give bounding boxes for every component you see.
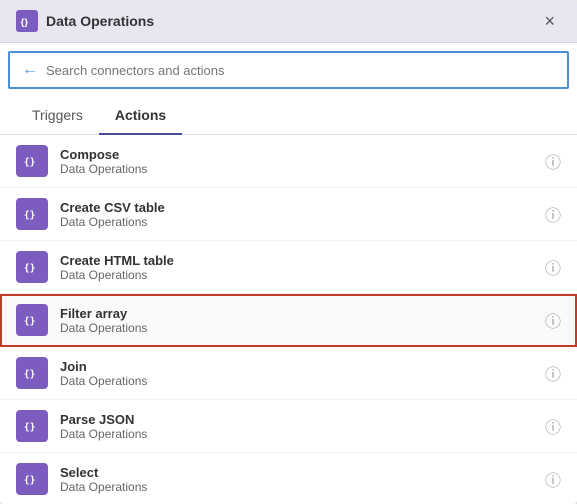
item-icon: {} [16,357,48,389]
info-icon[interactable]: ⓘ [545,149,561,173]
info-icon[interactable]: ⓘ [545,414,561,438]
item-name: Select [60,465,545,480]
item-text: Parse JSON Data Operations [60,412,545,441]
item-text: Create CSV table Data Operations [60,200,545,229]
item-name: Create HTML table [60,253,545,268]
item-sub: Data Operations [60,427,545,441]
item-name: Compose [60,147,545,162]
item-sub: Data Operations [60,162,545,176]
back-arrow-icon[interactable]: ← [22,61,38,79]
item-name: Parse JSON [60,412,545,427]
dialog-header: {} Data Operations × [0,0,577,43]
list-item[interactable]: {} Create CSV table Data Operations ⓘ [0,188,577,241]
item-sub: Data Operations [60,215,545,229]
item-text: Select Data Operations [60,465,545,494]
item-name: Create CSV table [60,200,545,215]
tabs-bar: Triggers Actions [0,97,577,135]
item-text: Compose Data Operations [60,147,545,176]
info-icon[interactable]: ⓘ [545,361,561,385]
item-sub: Data Operations [60,321,545,335]
dialog-title: Data Operations [46,13,154,29]
svg-text:{}: {} [24,157,36,168]
svg-text:{}: {} [24,475,36,486]
list-item[interactable]: {} Select Data Operations ⓘ [0,453,577,504]
list-item[interactable]: {} Filter array Data Operations ⓘ [0,294,577,347]
item-icon: {} [16,145,48,177]
tab-actions[interactable]: Actions [99,97,182,135]
list-item[interactable]: {} Compose Data Operations ⓘ [0,135,577,188]
info-icon[interactable]: ⓘ [545,308,561,332]
header-icon: {} [16,10,38,32]
item-name: Filter array [60,306,545,321]
item-text: Create HTML table Data Operations [60,253,545,282]
list-item[interactable]: {} Join Data Operations ⓘ [0,347,577,400]
svg-text:{}: {} [24,422,36,433]
item-text: Filter array Data Operations [60,306,545,335]
item-icon: {} [16,251,48,283]
svg-text:{}: {} [24,316,36,327]
search-bar: ← [8,51,569,89]
info-icon[interactable]: ⓘ [545,255,561,279]
list-item[interactable]: {} Parse JSON Data Operations ⓘ [0,400,577,453]
svg-text:{}: {} [24,369,36,380]
svg-text:{}: {} [24,263,36,274]
info-icon[interactable]: ⓘ [545,202,561,226]
header-left: {} Data Operations [16,10,154,32]
item-icon: {} [16,304,48,336]
svg-text:{}: {} [21,17,29,28]
item-sub: Data Operations [60,268,545,282]
item-icon: {} [16,198,48,230]
item-name: Join [60,359,545,374]
info-icon[interactable]: ⓘ [545,467,561,491]
item-icon: {} [16,463,48,495]
close-button[interactable]: × [538,10,561,32]
tab-triggers[interactable]: Triggers [16,97,99,135]
actions-list: {} Compose Data Operations ⓘ {} Create C… [0,135,577,504]
list-item[interactable]: {} Create HTML table Data Operations ⓘ [0,241,577,294]
data-operations-dialog: {} Data Operations × ← Triggers Actions … [0,0,577,504]
item-sub: Data Operations [60,480,545,494]
item-text: Join Data Operations [60,359,545,388]
search-input[interactable] [46,63,555,78]
svg-text:{}: {} [24,210,36,221]
item-icon: {} [16,410,48,442]
item-sub: Data Operations [60,374,545,388]
